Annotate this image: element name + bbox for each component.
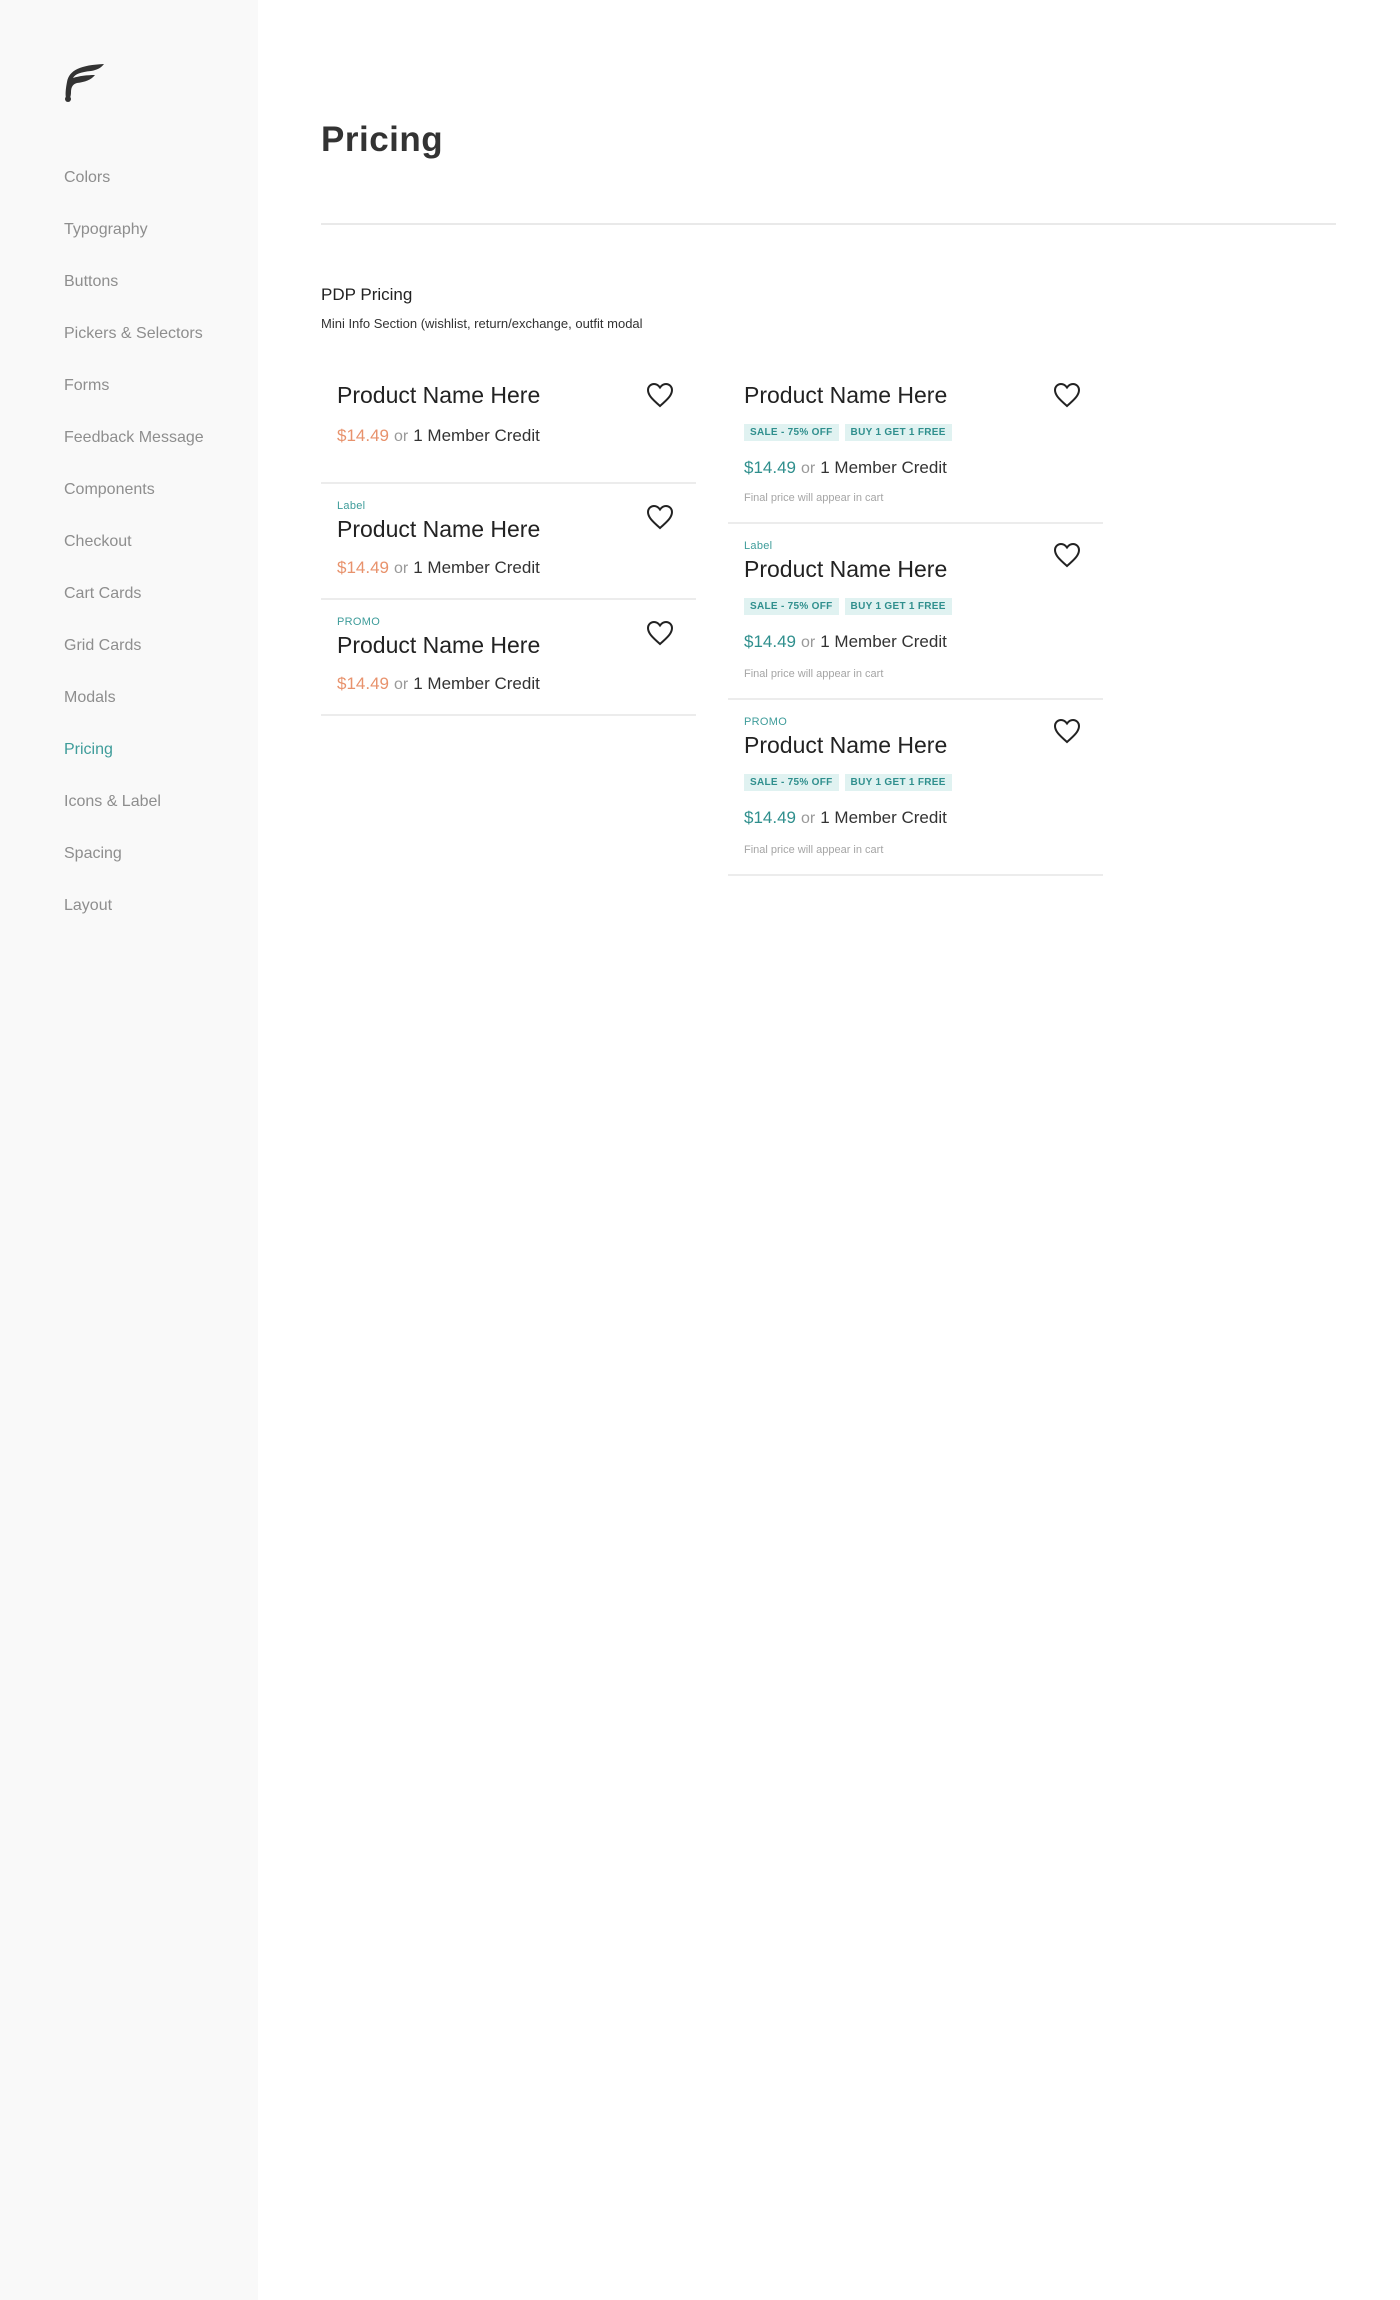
product-pricing-card: Label Product Name Here $14.49 or 1 Member… — [321, 484, 696, 600]
bogo-badge: BUY 1 GET 1 FREE — [844, 774, 952, 791]
member-price: $14.49 — [744, 458, 796, 477]
product-label: PROMO — [337, 616, 381, 628]
product-name: Product Name Here — [744, 382, 948, 408]
or-text: or — [394, 428, 409, 445]
price-line: $14.49 or 1 Member Credit — [744, 632, 947, 652]
product-pricing-card: Label Product Name Here SALE - 75% OFF B… — [728, 524, 1103, 700]
heart-icon[interactable] — [646, 382, 674, 408]
sale-price: $14.49 — [337, 558, 389, 577]
sidebar-item-pricing[interactable]: Pricing — [64, 737, 204, 789]
sidebar-item-colors[interactable]: Colors — [64, 165, 204, 217]
product-pricing-card: PROMO Product Name Here $14.49 or 1 Member… — [321, 600, 696, 716]
product-pricing-card: PROMO Product Name Here SALE - 75% OFF B… — [728, 700, 1103, 876]
or-text: or — [394, 560, 409, 577]
price-line: $14.49 or 1 Member Credit — [337, 426, 540, 446]
sidebar-nav: Colors Typography Buttons Pickers & Sele… — [64, 165, 204, 945]
member-credit: 1 Member Credit — [820, 632, 947, 651]
sale-price: $14.49 — [337, 426, 389, 445]
bogo-badge: BUY 1 GET 1 FREE — [844, 424, 952, 441]
section-subtitle: Mini Info Section (wishlist, return/exch… — [321, 316, 643, 331]
price-line: $14.49 or 1 Member Credit — [337, 674, 540, 694]
product-label: Label — [744, 540, 773, 552]
price-line: $14.49 or 1 Member Credit — [337, 558, 540, 578]
sidebar-item-components[interactable]: Components — [64, 477, 204, 529]
promo-badges: SALE - 75% OFF BUY 1 GET 1 FREE — [744, 598, 952, 615]
price-line: $14.49 or 1 Member Credit — [744, 458, 947, 478]
sidebar: Colors Typography Buttons Pickers & Sele… — [0, 0, 258, 2300]
final-price-note: Final price will appear in cart — [744, 668, 884, 680]
bogo-badge: BUY 1 GET 1 FREE — [844, 598, 952, 615]
promo-badges: SALE - 75% OFF BUY 1 GET 1 FREE — [744, 424, 952, 441]
section-title: PDP Pricing — [321, 285, 413, 304]
heart-icon[interactable] — [646, 504, 674, 530]
sidebar-item-modals[interactable]: Modals — [64, 685, 204, 737]
member-price: $14.49 — [744, 632, 796, 651]
sale-badge: SALE - 75% OFF — [744, 598, 839, 615]
member-price: $14.49 — [744, 808, 796, 827]
brand-logo-icon[interactable] — [63, 62, 105, 104]
pricing-column-promo: Product Name Here SALE - 75% OFF BUY 1 G… — [728, 368, 1103, 876]
sidebar-item-icons-label[interactable]: Icons & Label — [64, 789, 204, 841]
heart-icon[interactable] — [646, 620, 674, 646]
sidebar-item-checkout[interactable]: Checkout — [64, 529, 204, 581]
sidebar-item-spacing[interactable]: Spacing — [64, 841, 204, 893]
heart-icon[interactable] — [1053, 718, 1081, 744]
or-text: or — [801, 634, 816, 651]
sidebar-item-layout[interactable]: Layout — [64, 893, 204, 945]
sidebar-item-buttons[interactable]: Buttons — [64, 269, 204, 321]
final-price-note: Final price will appear in cart — [744, 844, 884, 856]
sidebar-item-pickers-selectors[interactable]: Pickers & Selectors — [64, 321, 204, 373]
page-title: Pricing — [321, 120, 444, 159]
pricing-column-basic: Product Name Here $14.49 or 1 Member Credi… — [321, 368, 696, 716]
member-credit: 1 Member Credit — [413, 558, 540, 577]
sidebar-item-cart-cards[interactable]: Cart Cards — [64, 581, 204, 633]
member-credit: 1 Member Credit — [820, 808, 947, 827]
sidebar-item-typography[interactable]: Typography — [64, 217, 204, 269]
sale-badge: SALE - 75% OFF — [744, 424, 839, 441]
heart-icon[interactable] — [1053, 382, 1081, 408]
product-pricing-card: Product Name Here $14.49 or 1 Member Credi… — [321, 368, 696, 484]
or-text: or — [801, 810, 816, 827]
product-label: Label — [337, 500, 366, 512]
product-name: Product Name Here — [744, 556, 948, 582]
or-text: or — [801, 460, 816, 477]
product-name: Product Name Here — [337, 632, 541, 658]
member-credit: 1 Member Credit — [413, 674, 540, 693]
price-line: $14.49 or 1 Member Credit — [744, 808, 947, 828]
sidebar-item-feedback-message[interactable]: Feedback Message — [64, 425, 204, 477]
product-name: Product Name Here — [337, 382, 541, 408]
product-name: Product Name Here — [744, 732, 948, 758]
sidebar-item-forms[interactable]: Forms — [64, 373, 204, 425]
title-divider — [321, 223, 1336, 225]
heart-icon[interactable] — [1053, 542, 1081, 568]
sidebar-item-grid-cards[interactable]: Grid Cards — [64, 633, 204, 685]
product-name: Product Name Here — [337, 516, 541, 542]
promo-badges: SALE - 75% OFF BUY 1 GET 1 FREE — [744, 774, 952, 791]
final-price-note: Final price will appear in cart — [744, 492, 884, 504]
member-credit: 1 Member Credit — [413, 426, 540, 445]
product-label: PROMO — [744, 716, 788, 728]
or-text: or — [394, 676, 409, 693]
sale-badge: SALE - 75% OFF — [744, 774, 839, 791]
product-pricing-card: Product Name Here SALE - 75% OFF BUY 1 G… — [728, 368, 1103, 524]
sale-price: $14.49 — [337, 674, 389, 693]
member-credit: 1 Member Credit — [820, 458, 947, 477]
